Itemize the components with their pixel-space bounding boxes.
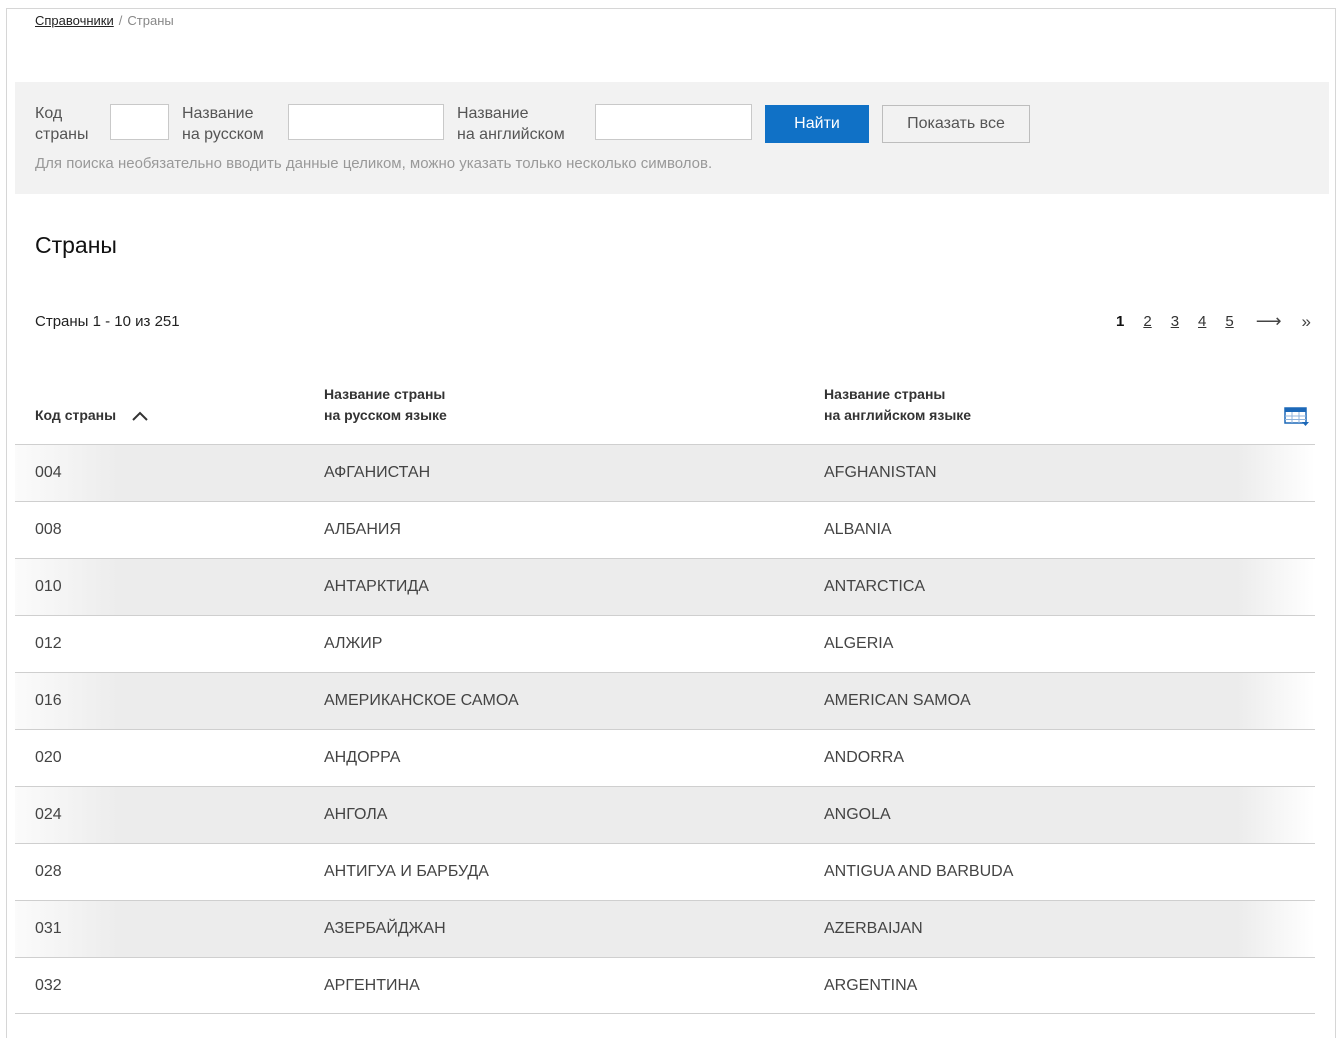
column-header-en-line2: на английском языке	[824, 407, 972, 423]
cell-ru-name: АЗЕРБАЙДЖАН	[324, 920, 446, 937]
cell-code: 010	[35, 578, 62, 595]
cell-code: 012	[35, 635, 62, 652]
code-label-line1: Код	[35, 105, 63, 122]
cell-ru-name: АФГАНИСТАН	[324, 464, 431, 481]
pagination: 1 2 3 4 5 ⟶ »	[1097, 311, 1311, 332]
page-link-2[interactable]: 2	[1143, 313, 1151, 330]
find-button[interactable]: Найти	[765, 105, 869, 143]
breadcrumb-separator: /	[118, 13, 123, 28]
search-hint: Для поиска необязательно вводить данные …	[35, 155, 713, 172]
cell-ru-name: АНДОРРА	[324, 749, 401, 766]
table-row[interactable]: 016 АМЕРИКАНСКОЕ САМОА AMERICAN SAMOA	[15, 672, 1315, 729]
cell-en-name: ARGENTINA	[824, 977, 918, 994]
cell-code: 008	[35, 521, 62, 538]
cell-en-name: AFGHANISTAN	[824, 464, 937, 481]
cell-ru-name: АЛЖИР	[324, 635, 383, 652]
search-panel: Код страны Название на русском Название …	[15, 82, 1329, 194]
page-title: Страны	[35, 232, 117, 258]
ru-name-input[interactable]	[288, 104, 444, 140]
table-row[interactable]: 028 АНТИГУА И БАРБУДА ANTIGUA AND BARBUD…	[15, 843, 1315, 900]
table-row[interactable]: 010 АНТАРКТИДА ANTARCTICA	[15, 558, 1315, 615]
cell-ru-name: АЛБАНИЯ	[324, 521, 401, 538]
records-count: Страны 1 - 10 из 251	[35, 313, 180, 330]
cell-en-name: ALGERIA	[824, 635, 894, 652]
cell-code: 016	[35, 692, 62, 709]
cell-code: 031	[35, 920, 62, 937]
cell-code: 032	[35, 977, 62, 994]
en-name-input[interactable]	[595, 104, 752, 140]
breadcrumb-current: Страны	[127, 13, 174, 28]
code-input[interactable]	[110, 104, 169, 140]
column-header-ru-line1: Название страны	[324, 386, 446, 402]
code-label-line2: страны	[35, 126, 89, 143]
page-link-5[interactable]: 5	[1225, 313, 1233, 330]
table-row[interactable]: 012 АЛЖИР ALGERIA	[15, 615, 1315, 672]
page-link-1[interactable]: 1	[1116, 313, 1124, 330]
cell-en-name: ANTARCTICA	[824, 578, 926, 595]
table-row[interactable]: 008 АЛБАНИЯ ALBANIA	[15, 501, 1315, 558]
cell-en-name: AZERBAIJAN	[824, 920, 923, 937]
cell-en-name: ANGOLA	[824, 806, 891, 823]
code-field-label: Код страны	[35, 103, 88, 145]
cell-en-name: AMERICAN SAMOA	[824, 692, 971, 709]
table-body: 004 АФГАНИСТАН AFGHANISTAN 008 АЛБАНИЯ A…	[15, 444, 1315, 1014]
table-row[interactable]: 031 АЗЕРБАЙДЖАН AZERBAIJAN	[15, 900, 1315, 957]
table-header: Код страны Название страны на русском яз…	[15, 378, 1315, 444]
cell-ru-name: АНТАРКТИДА	[324, 578, 429, 595]
breadcrumb-link-directories[interactable]: Справочники	[35, 13, 114, 28]
column-header-code[interactable]: Код страны	[35, 405, 148, 427]
ru-label-line1: Название	[182, 105, 254, 122]
page-link-4[interactable]: 4	[1198, 313, 1206, 330]
cell-en-name: ALBANIA	[824, 521, 892, 538]
next-page-arrow-icon[interactable]: ⟶	[1256, 311, 1282, 332]
cell-ru-name: АНГОЛА	[324, 806, 388, 823]
en-label-line2: на английском	[457, 126, 565, 143]
column-header-code-label: Код страны	[35, 407, 117, 423]
ru-label-line2: на русском	[182, 126, 264, 143]
cell-ru-name: АРГЕНТИНА	[324, 977, 420, 994]
cell-en-name: ANTIGUA AND BARBUDA	[824, 863, 1014, 880]
cell-ru-name: АМЕРИКАНСКОЕ САМОА	[324, 692, 519, 709]
table-row[interactable]: 020 АНДОРРА ANDORRA	[15, 729, 1315, 786]
table-row[interactable]: 032 АРГЕНТИНА ARGENTINA	[15, 957, 1315, 1014]
column-header-en-name[interactable]: Название страны на английском языке	[824, 384, 971, 426]
cell-en-name: ANDORRA	[824, 749, 905, 766]
cell-code: 024	[35, 806, 62, 823]
column-header-ru-line2: на русском языке	[324, 407, 447, 423]
table-columns-settings-icon[interactable]	[1284, 407, 1310, 432]
cell-code: 020	[35, 749, 62, 766]
cell-code: 004	[35, 464, 62, 481]
column-header-ru-name[interactable]: Название страны на русском языке	[324, 384, 447, 426]
cell-ru-name: АНТИГУА И БАРБУДА	[324, 863, 489, 880]
breadcrumb: Справочники / Страны	[35, 13, 174, 28]
sort-ascending-icon[interactable]	[132, 406, 148, 427]
table-row[interactable]: 024 АНГОЛА ANGOLA	[15, 786, 1315, 843]
show-all-button[interactable]: Показать все	[882, 105, 1030, 143]
last-page-icon[interactable]: »	[1302, 312, 1311, 332]
table-row[interactable]: 004 АФГАНИСТАН AFGHANISTAN	[15, 444, 1315, 501]
en-label-line1: Название	[457, 105, 529, 122]
ru-name-field-label: Название на русском	[182, 103, 264, 145]
page-link-3[interactable]: 3	[1171, 313, 1179, 330]
en-name-field-label: Название на английском	[457, 103, 565, 145]
column-header-en-line1: Название страны	[824, 386, 946, 402]
cell-code: 028	[35, 863, 62, 880]
